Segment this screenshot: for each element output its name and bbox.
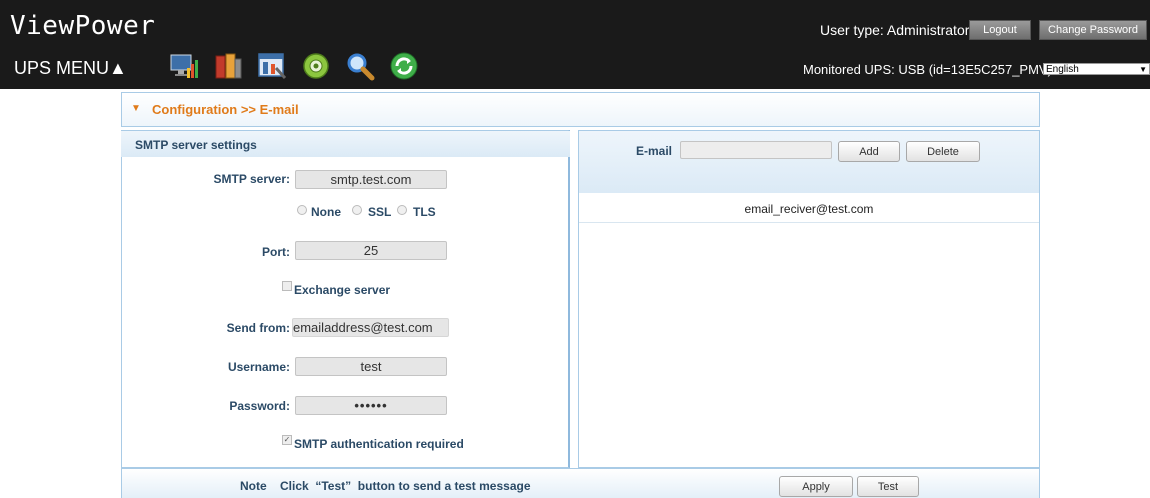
toolbar (168, 50, 420, 84)
send-from-label: Send from: (226, 321, 290, 335)
username-label: Username: (227, 360, 290, 374)
exchange-server-checkbox[interactable] (282, 281, 292, 291)
smtp-settings-title: SMTP server settings (135, 138, 257, 152)
language-select[interactable]: English ▼ (1043, 63, 1150, 75)
breadcrumb: ▼ Configuration >> E-mail (121, 92, 1040, 127)
security-ssl-radio[interactable] (352, 205, 362, 215)
app-title: ViewPower (10, 11, 156, 41)
chevron-down-icon: ▼ (131, 103, 141, 114)
send-from-input[interactable]: emailaddress@test.com (292, 318, 449, 337)
change-password-button[interactable]: Change Password (1039, 20, 1147, 40)
monitored-ups-label: Monitored UPS: USB (id=13E5C257_PMV) (803, 62, 1052, 77)
email-input[interactable] (680, 141, 832, 159)
user-type-label: User type: Administrator (820, 22, 970, 38)
port-label: Port: (262, 245, 290, 259)
language-value: English (1046, 64, 1079, 75)
username-input[interactable]: test (295, 357, 447, 376)
breadcrumb-text: Configuration >> E-mail (152, 102, 299, 117)
logout-button[interactable]: Logout (969, 20, 1031, 40)
ups-devices-icon[interactable] (212, 50, 244, 82)
gear-ring-icon[interactable] (300, 50, 332, 82)
port-input[interactable]: 25 (295, 241, 447, 260)
security-ssl-label: SSL (368, 205, 392, 219)
security-tls-radio[interactable] (397, 205, 407, 215)
delete-email-button[interactable]: Delete (906, 141, 980, 162)
ups-menu-toggle[interactable]: UPS MENU▲ (14, 58, 127, 79)
smtp-auth-checkbox[interactable]: ✓ (282, 435, 292, 445)
test-note: Note Click “Test” button to send a test … (240, 479, 531, 493)
tools-config-icon[interactable] (256, 50, 288, 82)
test-button[interactable]: Test (857, 476, 919, 497)
refresh-icon[interactable] (388, 50, 420, 82)
exchange-server-label: Exchange server (294, 283, 391, 297)
recipient-email: email_reciver@test.com (744, 202, 874, 216)
list-item[interactable]: email_reciver@test.com (579, 196, 1039, 223)
monitor-chart-icon[interactable] (168, 50, 200, 82)
security-tls-label: TLS (413, 205, 436, 219)
security-none-radio[interactable] (297, 205, 307, 215)
email-label: E-mail (636, 144, 673, 158)
password-input[interactable]: •••••• (295, 396, 447, 415)
smtp-server-label: SMTP server: (213, 172, 290, 186)
add-email-button[interactable]: Add (838, 141, 900, 162)
smtp-server-input[interactable]: smtp.test.com (295, 170, 447, 189)
password-label: Password: (229, 399, 290, 413)
chevron-down-icon: ▼ (1139, 65, 1147, 74)
magnifier-icon[interactable] (344, 50, 376, 82)
smtp-auth-label: SMTP authentication required (294, 437, 464, 451)
smtp-settings-header: SMTP server settings (121, 131, 570, 157)
apply-button[interactable]: Apply (779, 476, 853, 497)
security-none-label: None (311, 205, 341, 219)
